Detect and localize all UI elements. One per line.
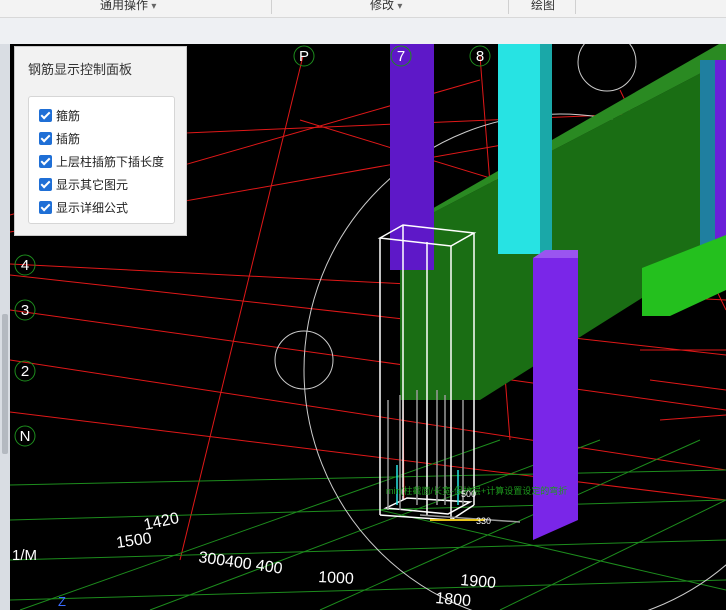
axis-label-left: 4 [21,257,29,274]
ribbon-separator [271,0,272,14]
left-scrollbar[interactable] [0,44,10,610]
ribbon-separator [575,0,576,14]
rebar-formula-text: min(柱截面/长宽-保护层+计算设置设定的弯折 [386,485,567,496]
dimension-label: 1900 [460,572,497,592]
dimension-label: 1800 [435,590,472,610]
scrollbar-thumb[interactable] [2,314,8,454]
ribbon-group-modify-label: 修改 [370,0,395,12]
ribbon-group-draw[interactable]: 绘图 [531,0,555,14]
checkbox-checked-icon[interactable] [39,131,52,145]
axis-label-left: 3 [21,302,29,319]
option-dowel[interactable]: 插筋 [39,129,80,147]
option-stirrup[interactable]: 箍筋 [39,106,80,124]
column-cyan-side [540,44,552,254]
option-label: 显示其它图元 [56,177,129,192]
checkbox-checked-icon[interactable] [39,154,52,168]
ribbon-group-draw-label: 绘图 [531,0,556,12]
ribbon-group-modify[interactable]: 修改 ▾ [370,0,402,14]
panel-options-box: 箍筋 插筋 上层柱插筋下插长度 显示其它图元 显示详细公式 [28,96,175,224]
option-label: 显示详细公式 [56,200,129,215]
ribbon-toolbar: 通用操作 ▾ 修改 ▾ 绘图 [0,0,726,18]
option-label: 上层柱插筋下插长度 [56,154,165,169]
axis-label-top: 8 [476,48,484,65]
option-label: 箍筋 [56,108,81,123]
option-show-other-elements[interactable]: 显示其它图元 [39,175,128,193]
checkbox-checked-icon[interactable] [39,108,52,122]
green-grid [10,439,726,610]
tab-strip [0,18,726,45]
option-show-detailed-formula[interactable]: 显示详细公式 [39,198,128,216]
option-label: 插筋 [56,131,81,146]
axis-label-top: P [299,48,309,65]
rebar-length-label: 330 [476,516,491,526]
dimension-label: 1500 [115,530,153,552]
column-cyan [498,44,540,254]
column-purple-edge [715,60,726,250]
axis-corner-label: 1/M [12,547,37,564]
ribbon-separator [508,0,509,14]
checkbox-checked-icon[interactable] [39,177,52,191]
z-axis-label: Z [58,594,66,609]
dimension-label: 1000 [318,569,355,588]
orbit-small-circle [577,44,637,92]
ribbon-group-general[interactable]: 通用操作 ▾ [100,0,156,14]
axis-label-left: N [20,428,31,445]
checkbox-checked-icon[interactable] [39,200,52,214]
column-purple-front [533,258,578,540]
panel-title: 钢筋显示控制面板 [28,62,133,77]
rebar-display-control-panel: 钢筋显示控制面板 箍筋 插筋 上层柱插筋下插长度 显示其它图元 显示详细公式 [14,46,187,236]
dropdown-arrow-icon: ▾ [397,1,403,12]
ribbon-group-general-label: 通用操作 [100,0,149,12]
axis-label-left: 2 [21,363,29,380]
column-purple [390,44,434,270]
axis-label-top: 7 [397,48,405,65]
rebar-length-label: 500 [461,489,476,499]
dropdown-arrow-icon: ▾ [151,1,157,12]
option-upper-dowel-length[interactable]: 上层柱插筋下插长度 [39,152,164,170]
